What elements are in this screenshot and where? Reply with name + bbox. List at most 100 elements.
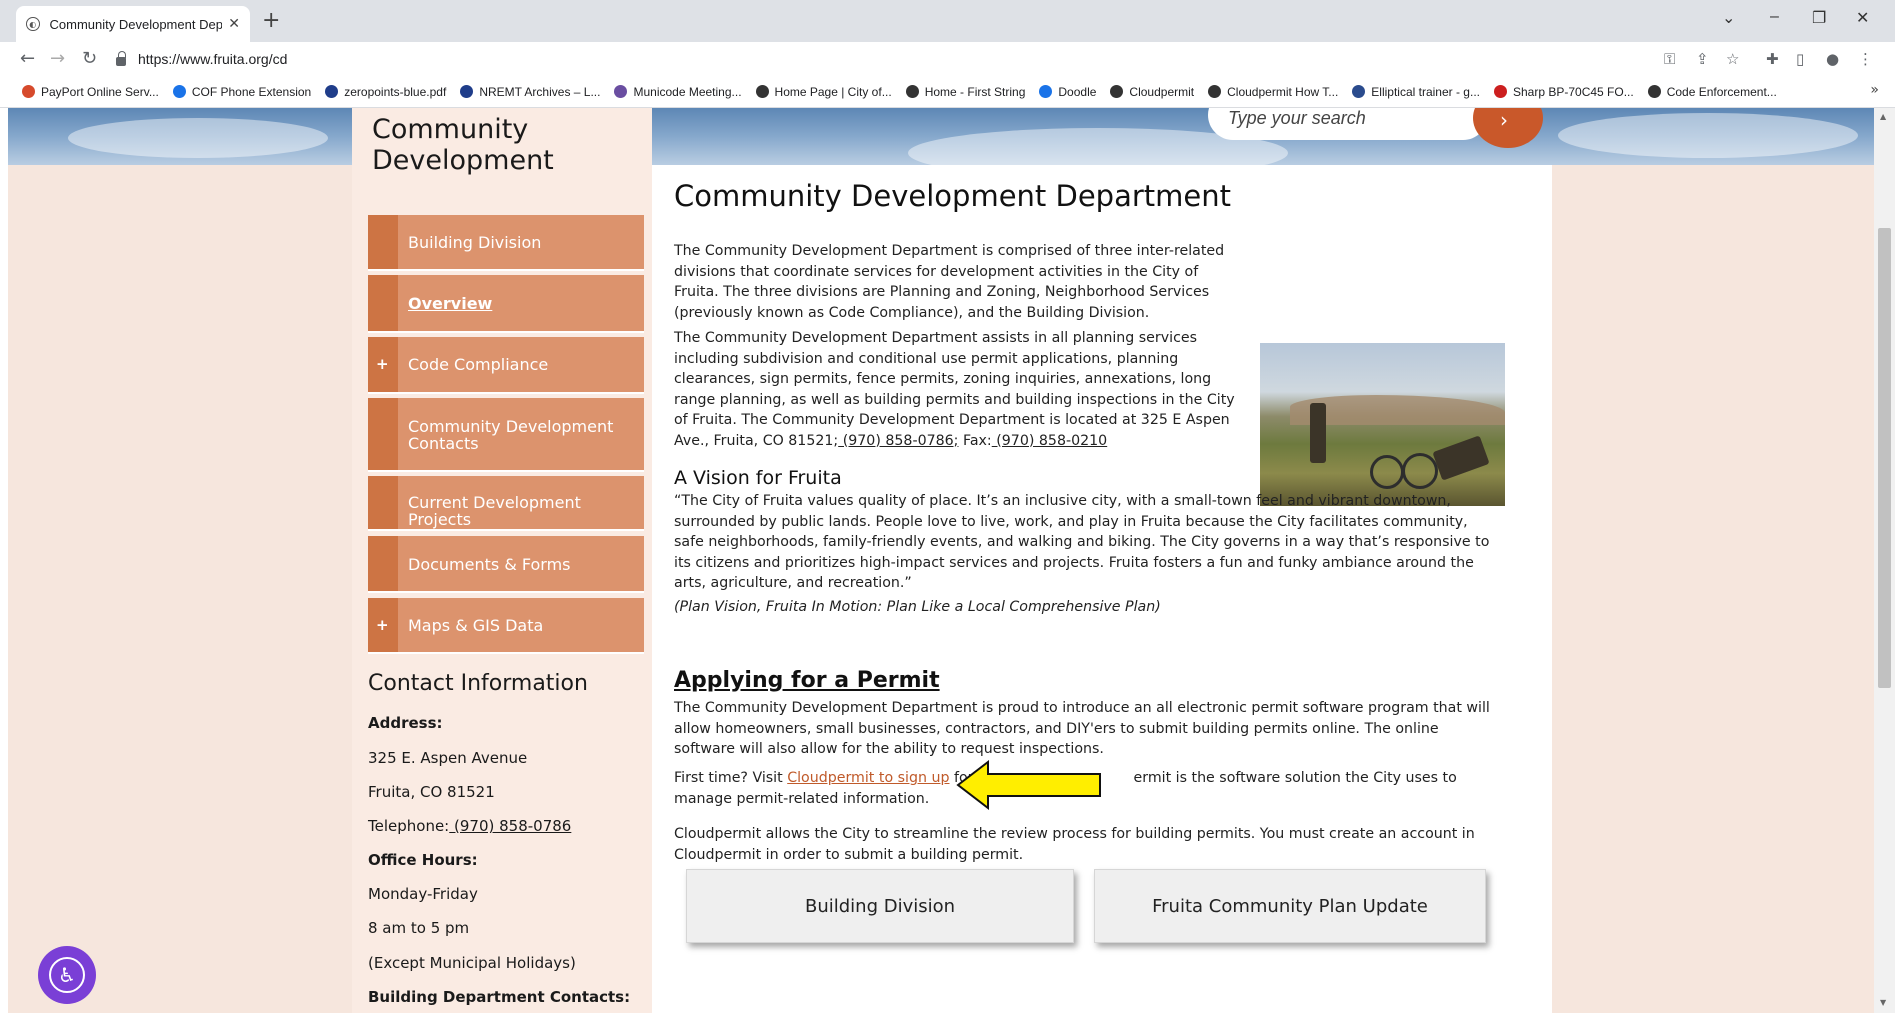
hero-banner: Type your search ›: [8, 108, 1874, 178]
tab-list-icon[interactable]: ⌄: [1722, 8, 1735, 28]
photo-bike-wheel: [1370, 455, 1404, 489]
services-text: The Community Development Department ass…: [674, 330, 1235, 449]
bookmark-label: PayPort Online Serv...: [41, 84, 159, 99]
sidebar-title-line1: Community: [372, 114, 529, 145]
profile-avatar-icon[interactable]: ●: [1826, 50, 1839, 68]
bookmark-item[interactable]: COF Phone Extension: [172, 85, 311, 99]
bookmark-favicon-icon: [614, 85, 628, 98]
bookmark-favicon-icon: [1039, 85, 1053, 98]
url-omnibox[interactable]: https://www.fruita.org/cd: [116, 46, 1656, 72]
page-viewport: Type your search › Community Development…: [8, 108, 1874, 1013]
bookmark-favicon-icon: [1352, 85, 1366, 98]
address-label: Address:: [368, 714, 443, 732]
bookmark-item[interactable]: PayPort Online Serv...: [22, 85, 159, 99]
intro-paragraph: The Community Development Department is …: [674, 243, 1225, 321]
expand-plus-icon[interactable]: +: [376, 616, 389, 634]
sidebar-item-label: Documents & Forms: [408, 555, 571, 574]
bookmark-item[interactable]: Elliptical trainer - g...: [1352, 85, 1480, 99]
tab-close-icon[interactable]: ✕: [228, 16, 240, 32]
accessibility-button[interactable]: ♿: [38, 946, 96, 1004]
scroll-up-icon[interactable]: ▲: [1880, 112, 1886, 121]
forward-arrow-icon[interactable]: →: [50, 48, 65, 69]
address-line1: 325 E. Aspen Avenue: [368, 749, 528, 767]
sidebar-item-documents-forms[interactable]: Documents & Forms: [368, 536, 644, 593]
photo-scarecrow: [1310, 403, 1326, 463]
permit-signup-text: First time? Visit: [674, 770, 788, 786]
bookmark-favicon-icon: [172, 85, 186, 98]
telephone-link[interactable]: (970) 858-0786: [449, 817, 571, 835]
search-arrow-icon[interactable]: ›: [1500, 108, 1508, 132]
bookmark-item[interactable]: NREMT Archives – L...: [460, 85, 600, 99]
page-scrollbar[interactable]: ▲ ▼: [1874, 108, 1895, 1013]
bookmark-item[interactable]: Sharp BP-70C45 FO...: [1493, 84, 1634, 99]
site-search-input[interactable]: Type your search: [1208, 108, 1488, 140]
browser-tabbar: ◐ Community Development Depa ✕ + ⌄ – ❐ ✕: [0, 0, 1895, 42]
bookmark-item[interactable]: Home Page | City of...: [755, 84, 892, 99]
fax-label: Fax:: [958, 432, 992, 449]
bookmark-item[interactable]: Code Enforcement...: [1647, 84, 1777, 99]
menu-kebab-icon[interactable]: ⋮: [1858, 50, 1873, 68]
bookmark-label: Code Enforcement...: [1666, 84, 1777, 99]
sidebar-item-label: Maps & GIS Data: [408, 616, 544, 635]
sidebar-title: Community Development: [372, 114, 554, 176]
browser-tab[interactable]: ◐ Community Development Depa ✕: [16, 6, 250, 42]
sidebar-item-maps-gis[interactable]: + Maps & GIS Data: [368, 598, 644, 654]
side-panel-icon[interactable]: ▯: [1796, 50, 1804, 68]
bookmark-item[interactable]: Cloudpermit: [1110, 85, 1194, 99]
bookmark-item[interactable]: Home - First String: [905, 84, 1026, 99]
bookmark-favicon-icon: [1110, 85, 1124, 98]
building-division-button[interactable]: Building Division: [686, 869, 1074, 943]
bookmark-item[interactable]: zeropoints-blue.pdf: [325, 85, 446, 99]
bookmark-label: Sharp BP-70C45 FO...: [1512, 84, 1634, 99]
yellow-annotation-arrow-icon: [956, 760, 1101, 810]
share-icon[interactable]: ⇪: [1696, 50, 1709, 68]
expand-plus-icon[interactable]: +: [376, 355, 389, 373]
bookmark-item[interactable]: Cloudpermit How T...: [1208, 85, 1338, 99]
bookmark-label: Home - First String: [924, 84, 1026, 99]
restore-button[interactable]: ❐: [1812, 8, 1826, 28]
cloudpermit-signup-link[interactable]: Cloudpermit to sign up: [787, 770, 949, 786]
services-paragraph: The Community Development Department ass…: [674, 328, 1246, 451]
bookmark-label: Home Page | City of...: [774, 84, 892, 99]
lock-icon[interactable]: [116, 50, 126, 66]
url-text[interactable]: https://www.fruita.org/cd: [138, 51, 287, 67]
tab-title: Community Development Depa: [49, 16, 223, 32]
bookmark-label: Doodle: [1058, 84, 1097, 99]
sidebar-item-code-compliance[interactable]: + Code Compliance: [368, 337, 644, 394]
bookmarks-more-icon[interactable]: »: [1870, 82, 1879, 98]
star-icon[interactable]: ☆: [1726, 50, 1739, 68]
sidebar-item-current-projects[interactable]: Current Development Projects: [368, 476, 644, 531]
scroll-thumb[interactable]: [1878, 228, 1891, 688]
fax-link[interactable]: (970) 858-0210: [992, 433, 1107, 449]
minimize-button[interactable]: –: [1770, 8, 1779, 26]
vision-heading: A Vision for Fruita: [674, 467, 842, 489]
sidebar-item-label: Overview: [408, 294, 493, 313]
extensions-puzzle-icon[interactable]: ✚: [1766, 50, 1779, 68]
bookmark-favicon-icon: [460, 85, 474, 98]
photo-bike-wheel: [1402, 453, 1438, 489]
telephone-label: Telephone:: [368, 817, 450, 835]
bookmark-favicon-icon: [755, 85, 769, 98]
sidebar-item-cd-contacts[interactable]: Community Development Contacts: [368, 398, 644, 472]
telephone-line: Telephone: (970) 858-0786: [368, 817, 571, 835]
reload-icon[interactable]: ↻: [82, 48, 97, 69]
new-tab-button[interactable]: +: [262, 8, 280, 33]
sidebar-item-overview[interactable]: Overview: [368, 275, 644, 333]
vision-source: (Plan Vision, Fruita In Motion: Plan Lik…: [674, 599, 1161, 615]
key-icon[interactable]: ⚿: [1664, 50, 1675, 68]
scroll-down-icon[interactable]: ▼: [1880, 998, 1886, 1007]
bookmark-item[interactable]: Doodle: [1039, 85, 1096, 99]
bookmark-item[interactable]: Municode Meeting...: [614, 84, 742, 99]
close-window-button[interactable]: ✕: [1856, 8, 1869, 28]
community-plan-update-button[interactable]: Fruita Community Plan Update: [1094, 869, 1486, 943]
bookmark-label: Cloudpermit: [1129, 84, 1195, 99]
accessibility-person-icon[interactable]: ♿: [49, 957, 85, 993]
sidebar-item-building-division[interactable]: Building Division: [368, 215, 644, 271]
site-search-button[interactable]: [1473, 108, 1543, 148]
permit-heading: Applying for a Permit: [674, 668, 940, 693]
cloudpermit-paragraph: Cloudpermit allows the City to streamlin…: [674, 826, 1475, 863]
bookmark-label: Municode Meeting...: [633, 84, 742, 99]
phone-link[interactable]: (970) 858-0786;: [838, 433, 959, 449]
back-arrow-icon[interactable]: ←: [20, 48, 35, 69]
page-title: Community Development Department: [674, 179, 1231, 213]
